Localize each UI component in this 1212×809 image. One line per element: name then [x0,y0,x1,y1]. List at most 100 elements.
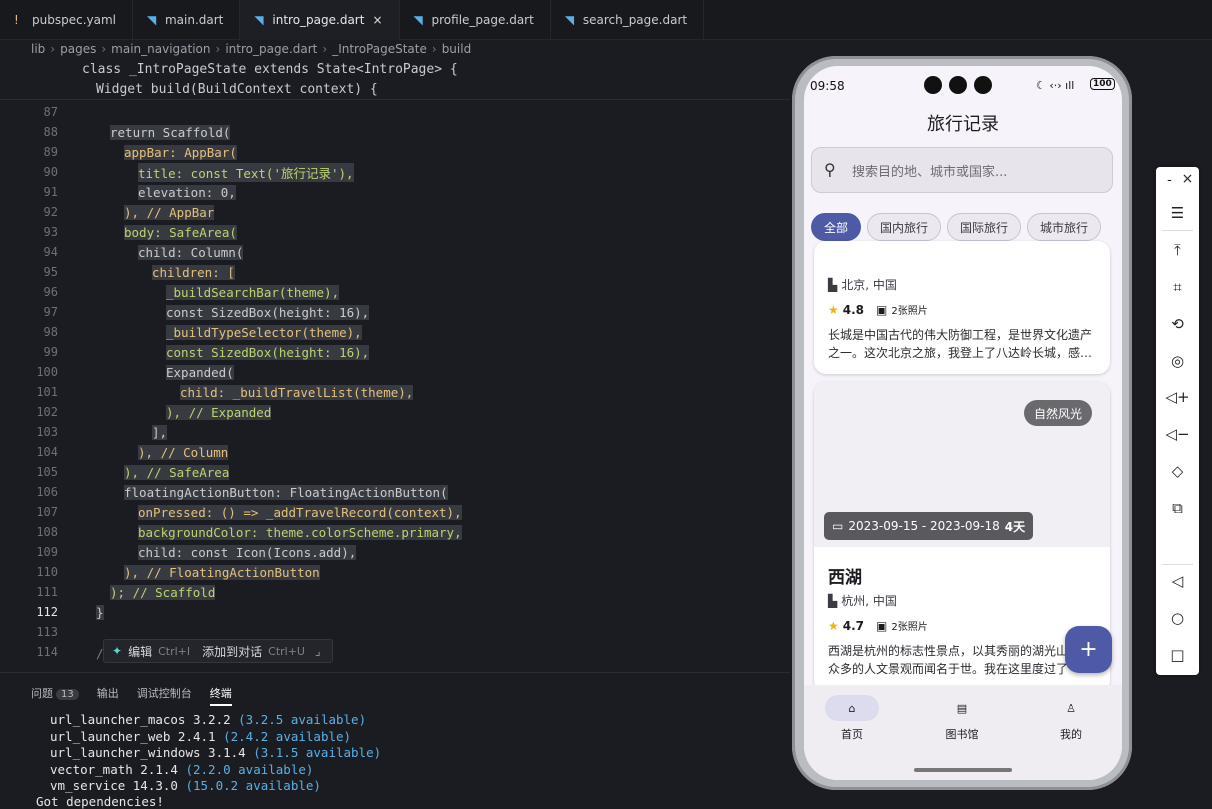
tab-3[interactable]: ◥ profile_page.dart [400,0,551,40]
tab-problems[interactable]: 问题 13 [31,685,79,706]
line-number: 89 [43,145,58,159]
add-record-fab[interactable]: + [1065,626,1112,673]
volume-up-icon[interactable]: ◁+ [1156,388,1199,406]
pin-top-icon[interactable]: ⤒ [1156,241,1199,259]
code-line[interactable]: 103], [0,422,790,442]
sticky-scroll-class[interactable]: class _IntroPageState extends State<Intr… [0,59,780,79]
breadcrumb-item[interactable]: intro_page.dart [225,42,317,56]
line-number: 113 [36,625,58,639]
tab-2[interactable]: ◥ intro_page.dart × [240,0,400,40]
emulator-toolbar: - × ☰ ⤒ ⌗ ⟲ ◎ ◁+ ◁− ◇ ⧉ ◁ ○ □ [1156,167,1199,675]
nav-item-home[interactable]: ⌂ 首页 [812,695,892,742]
code-line[interactable]: 94 child: Column( [0,242,790,262]
menu-icon[interactable]: ☰ [1156,204,1199,222]
travel-card-greatwall[interactable]: ▙ 北京, 中国 ★ 4.8 ▣ 2张照片 长城是中国古代的伟大防御工程，是世界文化遗产… [814,241,1110,374]
code-line[interactable]: 90 title: const Text('旅行记录'), [0,162,790,182]
card-date-badge: ▭ 2023-09-15 - 2023-09-18 4天 [824,512,1034,540]
search-input[interactable]: ⚲ 搜索目的地、城市或国家... [811,147,1113,193]
code-line[interactable]: 87 [0,102,790,122]
tab-1[interactable]: ◥ main.dart [133,0,241,40]
dart-file-icon: ◥ [254,13,264,27]
code-line[interactable]: 93 body: SafeArea( [0,222,790,242]
phone-screen: 09:58 ☾ ‹·› ıll 100 旅行记录 ⚲ 搜索目的地、城市或国家..… [804,66,1122,780]
line-number: 90 [43,165,58,179]
close-tab-icon[interactable]: × [372,13,382,27]
star-icon: ★ [828,302,839,317]
type-chip[interactable]: 国际旅行 [947,213,1022,241]
code-line[interactable]: 105), // SafeArea [0,462,790,482]
breadcrumb-item[interactable]: build [442,42,472,56]
code-line[interactable]: 97 const SizedBox(height: 16), [0,302,790,322]
breadcrumb-item[interactable]: _IntroPageState [332,42,427,56]
terminal-line: url_launcher_web 2.4.1 (2.4.2 available) [50,728,352,744]
type-chip[interactable]: 全部 [811,213,862,241]
close-button[interactable]: × [1166,171,1209,187]
chevron-right-icon: › [101,42,107,56]
code-line[interactable]: 98 _buildTypeSelector(theme), [0,322,790,342]
code-line[interactable]: 104), // Column [0,442,790,462]
tab-0[interactable]: ! pubspec.yaml [0,0,133,40]
collapse-icon[interactable]: ⌟ [315,644,321,658]
crop-icon[interactable]: ⌗ [1156,278,1199,296]
tab-output[interactable]: 输出 [97,685,119,706]
nav-item-library[interactable]: ▤ 图书馆 [922,695,1002,742]
code-line[interactable]: 107 onPressed: () => _addTravelRecord(con… [0,502,790,522]
breadcrumb-item[interactable]: pages [60,42,96,56]
dart-file-icon: ◥ [413,13,423,27]
inline-chat-menu[interactable]: ✦ 编辑 Ctrl+I 添加到对话 Ctrl+U ⌟ [103,639,333,663]
rotate-device-icon[interactable]: ◇ [1156,462,1199,480]
volume-down-icon[interactable]: ◁− [1156,425,1199,443]
line-number: 94 [43,245,58,259]
sticky-class-line: class _IntroPageState extends State<Intr… [82,61,458,77]
type-chip[interactable]: 城市旅行 [1027,213,1102,241]
code-line[interactable]: 95 children: [ [0,262,790,282]
screenshot-icon[interactable]: ◎ [1156,352,1199,370]
sticky-method-line: Widget build(BuildContext context) { [96,81,378,97]
code-line[interactable]: 106 floatingActionButton: FloatingActionB… [0,482,790,502]
search-placeholder: 搜索目的地、城市或国家... [852,164,1008,180]
fold-icon[interactable]: ⧉ [1156,499,1199,517]
code-line[interactable]: 101 child: _buildTravelList(theme), [0,382,790,402]
code-line[interactable]: 102), // Expanded [0,402,790,422]
add-to-chat-action[interactable]: 添加到对话 [202,643,262,660]
code-line[interactable]: 112} [0,602,790,622]
camera-cutout [924,76,992,94]
code-line[interactable]: 96 _buildSearchBar(theme), [0,282,790,302]
tab-4[interactable]: ◥ search_page.dart [551,0,705,40]
overview-icon[interactable]: □ [1156,646,1199,664]
tab-label: profile_page.dart [431,13,534,27]
tab-terminal[interactable]: 终端 [209,685,232,706]
tab-debug-console[interactable]: 调试控制台 [137,685,192,706]
code-text: backgroundColor: theme.colorScheme.prima… [138,524,462,540]
breadcrumb-item[interactable]: main_navigation [111,42,210,56]
code-line[interactable]: 109 child: const Icon(Icons.add), [0,542,790,562]
rotate-icon[interactable]: ⟲ [1156,315,1199,333]
code-line[interactable]: 99 const SizedBox(height: 16), [0,342,790,362]
home-indicator[interactable] [914,768,1012,772]
code-editor[interactable]: 87 88 return Scaffold(89 appBar: AppBar(90 t… [0,99,790,669]
line-number: 110 [36,565,58,579]
home-button-icon[interactable]: ○ [1156,609,1199,627]
sticky-scroll-method[interactable]: Widget build(BuildContext context) { [0,79,780,99]
code-line[interactable]: 111); // Scaffold [0,582,790,602]
status-icons: ☾ ‹·› ıll [1036,79,1075,92]
breadcrumb-item[interactable]: lib [31,42,45,56]
edit-action[interactable]: 编辑 [128,643,152,660]
code-line[interactable]: 108 backgroundColor: theme.colorScheme.pr… [0,522,790,542]
photo-icon: ▣ [876,302,888,317]
code-text: ), // Column [138,444,229,460]
code-line[interactable]: 92), // AppBar [0,202,790,222]
code-line[interactable]: 88 return Scaffold( [0,122,790,142]
type-chip[interactable]: 国内旅行 [867,213,942,241]
nav-item-profile[interactable]: ♙ 我的 [1031,695,1111,742]
chevron-right-icon: › [50,42,56,56]
chevron-right-icon: › [431,42,437,56]
card-rating: ★ 4.7 ▣ 2张照片 [828,618,928,634]
code-line[interactable]: 89 appBar: AppBar( [0,142,790,162]
code-line[interactable]: 100 Expanded( [0,362,790,382]
line-number: 88 [43,125,58,139]
tab-label: search_page.dart [582,13,688,27]
code-line[interactable]: 91 elevation: 0, [0,182,790,202]
back-icon[interactable]: ◁ [1156,572,1199,590]
code-line[interactable]: 110), // FloatingActionButton [0,562,790,582]
